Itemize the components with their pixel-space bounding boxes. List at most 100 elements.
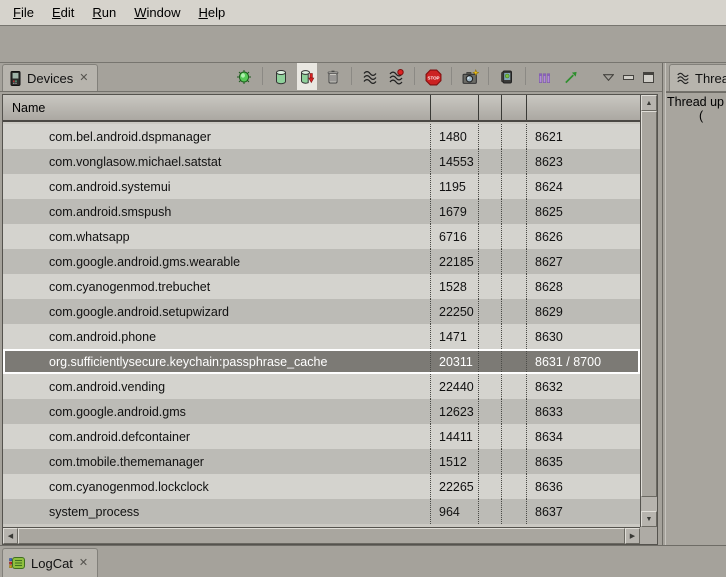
toolbar-separator: [414, 67, 415, 85]
process-port-cell: 8625: [527, 199, 640, 224]
table-row[interactable]: com.android.systemui11958624: [3, 174, 640, 199]
process-thread-status-cell: [502, 124, 527, 149]
scroll-down-icon[interactable]: ▼: [641, 511, 657, 527]
menu-help[interactable]: Help: [189, 2, 234, 23]
process-name-cell: system_process: [3, 499, 431, 524]
process-thread-status-cell: [502, 474, 527, 499]
process-port-cell: 8632: [527, 374, 640, 399]
scroll-left-icon[interactable]: ◀: [3, 528, 18, 544]
start-method-profiling-icon[interactable]: [386, 67, 406, 87]
process-pid-cell: 22250: [431, 299, 479, 324]
toolbar-separator: [525, 67, 526, 85]
scroll-up-icon[interactable]: ▲: [641, 95, 657, 111]
process-port-cell: 8635: [527, 449, 640, 474]
devices-tab-row: Devices ✕: [0, 63, 662, 92]
table-row[interactable]: com.cyanogenmod.trebuchet15288628: [3, 274, 640, 299]
process-heap-status-cell: [479, 324, 502, 349]
tab-logcat[interactable]: LogCat ✕: [2, 548, 98, 577]
toolbar-separator: [451, 67, 452, 85]
capture-device-video-icon[interactable]: [497, 67, 517, 87]
column-header[interactable]: [431, 95, 479, 120]
process-port-cell: 8634: [527, 424, 640, 449]
table-row[interactable]: com.google.android.gms.wearable221858627: [3, 249, 640, 274]
maximize-icon[interactable]: [643, 72, 654, 83]
process-port-cell: 8636: [527, 474, 640, 499]
device-phone-icon: [9, 71, 22, 86]
cause-gc-icon[interactable]: [323, 67, 343, 87]
column-header[interactable]: [479, 95, 502, 120]
horizontal-scrollbar-thumb[interactable]: [18, 528, 625, 544]
process-pid-cell: 1512: [431, 449, 479, 474]
process-heap-status-cell: [479, 374, 502, 399]
process-heap-status-cell: [479, 249, 502, 274]
process-port-cell: 8628: [527, 274, 640, 299]
table-row[interactable]: com.cyanogenmod.lockclock222658636: [3, 474, 640, 499]
process-pid-cell: 14553: [431, 149, 479, 174]
menu-edit[interactable]: Edit: [43, 2, 83, 23]
process-port-cell: 8631 / 8700: [527, 349, 640, 374]
process-heap-status-cell: [479, 499, 502, 524]
close-icon[interactable]: ✕: [78, 72, 89, 85]
process-thread-status-cell: [502, 174, 527, 199]
start-opengl-trace-icon[interactable]: [534, 67, 554, 87]
vertical-scrollbar[interactable]: ▲ ▼: [640, 95, 657, 527]
process-heap-status-cell: [479, 224, 502, 249]
capture-systrace-icon[interactable]: [560, 67, 580, 87]
threads-icon: [676, 71, 690, 85]
process-name-cell: com.android.defcontainer: [3, 424, 431, 449]
stop-process-icon[interactable]: STOP: [423, 67, 443, 87]
table-row[interactable]: com.android.smspush1679 8625: [3, 199, 640, 224]
process-port-cell: 8621: [527, 124, 640, 149]
update-heap-icon[interactable]: [271, 67, 291, 87]
process-thread-status-cell: [502, 424, 527, 449]
table-row[interactable]: org.sufficientlysecure.keychain:passphra…: [3, 349, 640, 374]
table-row[interactable]: com.vonglasow.michael.satstat145538623: [3, 149, 640, 174]
column-header-name[interactable]: Name: [3, 95, 431, 120]
table-row[interactable]: com.google.android.gms126238633: [3, 399, 640, 424]
dump-hprof-icon[interactable]: [297, 67, 317, 87]
process-thread-status-cell: [502, 449, 527, 474]
table-header: Name: [3, 95, 640, 122]
view-menu-icon[interactable]: [602, 71, 614, 83]
process-name-cell: com.vonglasow.michael.satstat: [3, 149, 431, 174]
table-row[interactable]: com.google.android.setupwizard222508629: [3, 299, 640, 324]
table-row[interactable]: com.android.defcontainer144118634: [3, 424, 640, 449]
debug-process-icon[interactable]: [234, 67, 254, 87]
minimize-icon[interactable]: [623, 75, 634, 80]
threads-message-line1: Thread up: [667, 95, 726, 109]
close-icon[interactable]: ✕: [78, 557, 89, 570]
process-heap-status-cell: [479, 174, 502, 199]
process-pid-cell: 22440: [431, 374, 479, 399]
process-pid-cell: 12623: [431, 399, 479, 424]
process-heap-status-cell: [479, 349, 502, 374]
update-threads-icon[interactable]: [360, 67, 380, 87]
process-heap-status-cell: [479, 399, 502, 424]
vertical-scrollbar-thumb[interactable]: [641, 111, 657, 497]
process-port-cell: 8629: [527, 299, 640, 324]
process-port-cell: 8626: [527, 224, 640, 249]
table-row[interactable]: com.android.phone14718630: [3, 324, 640, 349]
screen-capture-icon[interactable]: [460, 67, 480, 87]
process-name-cell: com.android.smspush: [3, 199, 431, 224]
table-row[interactable]: com.whatsapp67168626: [3, 224, 640, 249]
tab-devices[interactable]: Devices ✕: [2, 64, 98, 91]
menu-file[interactable]: File: [4, 2, 43, 23]
menu-run[interactable]: Run: [83, 2, 125, 23]
process-name-cell: com.bel.android.dspmanager: [3, 124, 431, 149]
horizontal-scrollbar[interactable]: ◀ ▶: [3, 527, 640, 544]
tab-logcat-label: LogCat: [31, 556, 73, 571]
scroll-right-icon[interactable]: ▶: [625, 528, 640, 544]
table-row[interactable]: com.android.vending224408632: [3, 374, 640, 399]
process-name-cell: com.cyanogenmod.lockclock: [3, 474, 431, 499]
process-pid-cell: 1480: [431, 124, 479, 149]
table-row[interactable]: com.tmobile.thememanager15128635: [3, 449, 640, 474]
tab-threads[interactable]: Threads: [669, 64, 726, 91]
tab-threads-label: Threads: [695, 71, 726, 86]
table-row[interactable]: com.bel.android.dspmanager1480 8621: [3, 124, 640, 149]
menu-window[interactable]: Window: [125, 2, 189, 23]
process-pid-cell: 1679: [431, 199, 479, 224]
column-header[interactable]: [502, 95, 527, 120]
table-row[interactable]: system_process9648637: [3, 499, 640, 524]
scrollbar-corner: [640, 527, 657, 544]
column-header[interactable]: [527, 95, 640, 120]
